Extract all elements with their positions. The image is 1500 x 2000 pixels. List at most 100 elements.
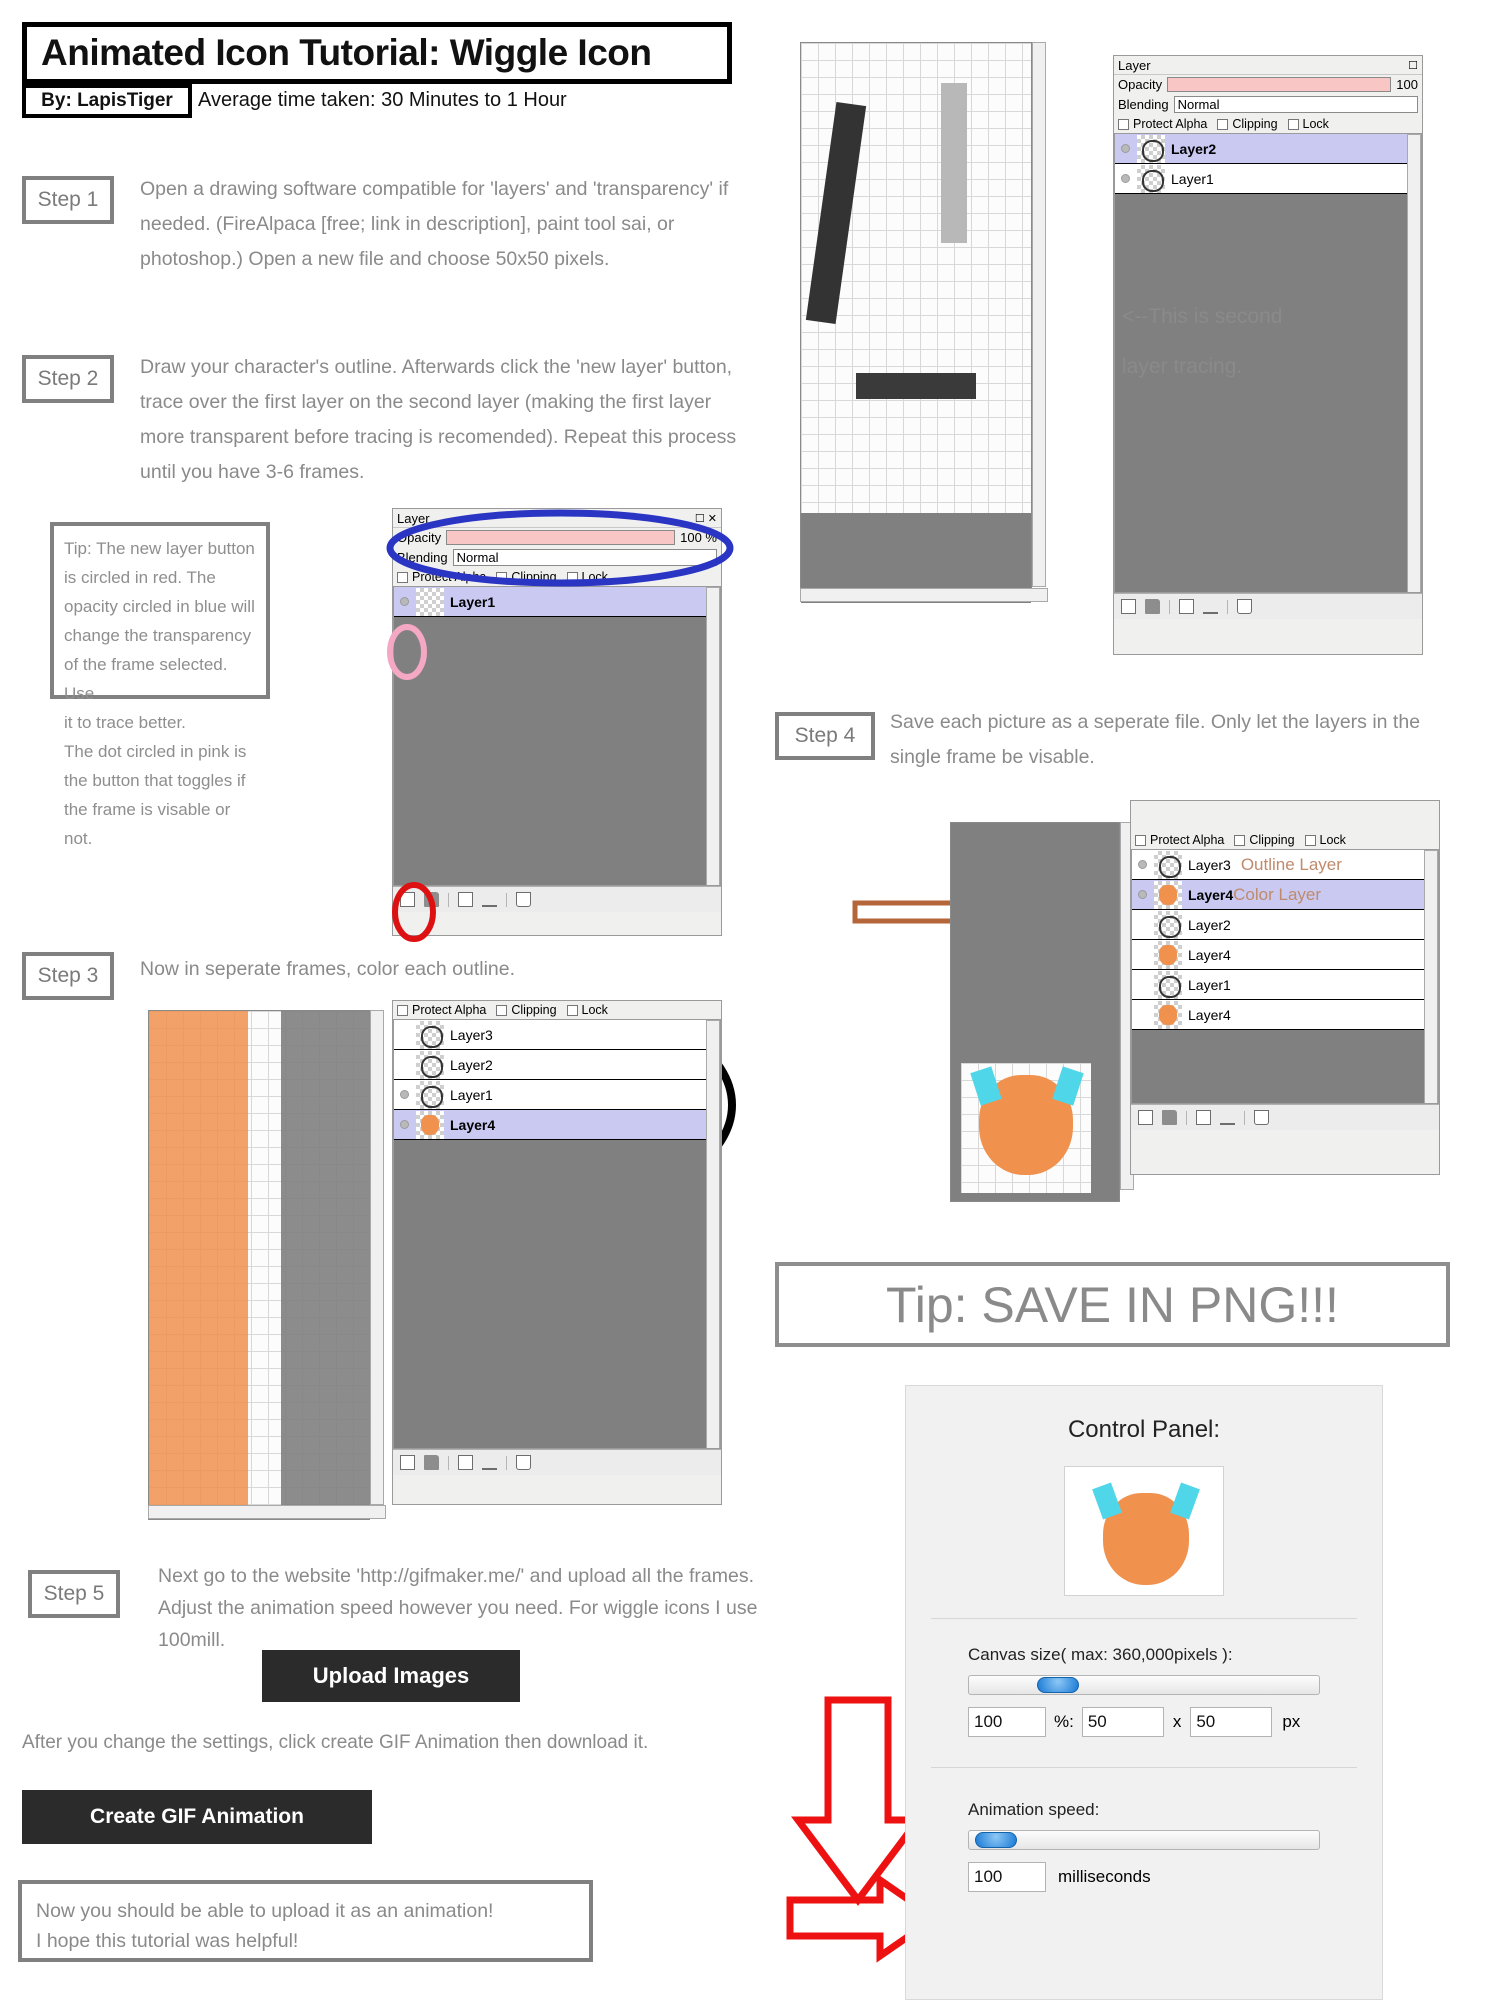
layer-list[interactable]: Layer3 Layer2 Layer1 Layer4 (393, 1019, 721, 1449)
layer-row[interactable]: Layer2 (1115, 134, 1421, 164)
topright-canvas-hscroll[interactable] (800, 588, 1048, 602)
layer-row[interactable]: Layer3 Outline Layer (1132, 850, 1438, 880)
create-gif-animation-button[interactable]: Create GIF Animation (22, 1790, 372, 1844)
opacity-row[interactable]: Opacity 100 % (393, 528, 721, 547)
layer-list[interactable]: Layer1 (393, 586, 721, 886)
clipping-checkbox[interactable] (1217, 118, 1229, 130)
animation-speed-inputs[interactable]: 100 milliseconds (968, 1862, 1382, 1892)
layer-visibility-toggle[interactable] (394, 597, 414, 606)
merge-layer-icon[interactable] (482, 1455, 497, 1470)
protect-alpha-checkbox[interactable] (1118, 118, 1129, 130)
layer-visibility-toggle[interactable] (1132, 860, 1152, 869)
control-panel[interactable]: Control Panel: Canvas size( max: 360,000… (905, 1385, 1383, 2000)
lock-checkbox[interactable] (566, 571, 578, 583)
layer-flags-row[interactable]: Protect Alpha Clipping Lock (1131, 831, 1439, 849)
layer-row[interactable]: Layer1 (394, 587, 720, 617)
layer-visibility-toggle[interactable] (1132, 890, 1152, 899)
layer-list[interactable]: Layer3 Outline Layer Layer4 Color Layer … (1131, 849, 1439, 1104)
lock-checkbox[interactable] (1304, 834, 1316, 846)
canvas-height-input[interactable]: 50 (1190, 1707, 1273, 1737)
lock-checkbox[interactable] (1287, 118, 1299, 130)
layer-toolbar[interactable] (393, 886, 721, 912)
layer-row[interactable]: Layer2 (394, 1050, 720, 1080)
canvas-width-input[interactable]: 50 (1081, 1707, 1164, 1737)
layer-row[interactable]: Layer1 (394, 1080, 720, 1110)
layer-toolbar[interactable] (1114, 593, 1422, 619)
layer-flags-row[interactable]: Protect Alpha Clipping Lock (393, 568, 721, 586)
layer-row[interactable]: Layer3 (394, 1020, 720, 1050)
layer-row[interactable]: Layer1 (1132, 970, 1438, 1000)
layer-visibility-toggle[interactable] (1115, 144, 1135, 153)
merge-layer-icon[interactable] (482, 892, 497, 907)
clipping-checkbox[interactable] (1234, 834, 1246, 846)
opacity-value: 100 (1396, 77, 1418, 92)
blending-select[interactable]: Normal (452, 549, 717, 566)
blending-select[interactable]: Normal (1173, 96, 1418, 113)
opacity-row[interactable]: Opacity 100 (1114, 75, 1422, 94)
lock-checkbox[interactable] (566, 1004, 578, 1016)
canvas-size-slider[interactable] (968, 1675, 1320, 1695)
layer-visibility-toggle[interactable] (1115, 174, 1135, 183)
protect-alpha-checkbox[interactable] (1135, 834, 1146, 846)
canvas-size-inputs[interactable]: 100 %: 50 x 50 px (968, 1707, 1382, 1737)
layer-row[interactable]: Layer2 (1132, 910, 1438, 940)
layer-row[interactable]: Layer4 (1132, 940, 1438, 970)
new-folder-icon[interactable] (1162, 1110, 1177, 1125)
layer-toolbar[interactable] (393, 1449, 721, 1475)
opacity-slider[interactable] (446, 530, 676, 545)
step3-canvas-vscroll[interactable] (370, 1010, 384, 1505)
duplicate-layer-icon[interactable] (458, 1455, 473, 1470)
new-folder-icon[interactable] (424, 1455, 439, 1470)
animation-speed-slider-knob[interactable] (975, 1832, 1017, 1848)
merge-layer-icon[interactable] (1203, 599, 1218, 614)
clipping-checkbox[interactable] (496, 1004, 508, 1016)
layer-row[interactable]: Layer4 (394, 1110, 720, 1140)
layer-panel-step4[interactable]: Protect Alpha Clipping Lock Layer3 Outli… (1130, 800, 1440, 1175)
step3-canvas-hscroll[interactable] (148, 1505, 386, 1519)
layer-visibility-toggle[interactable] (394, 1120, 414, 1129)
delete-layer-icon[interactable] (516, 892, 531, 907)
layer-list-scrollbar[interactable] (706, 587, 720, 885)
layer-row[interactable]: Layer4 Color Layer (1132, 880, 1438, 910)
topright-canvas-preview (800, 42, 1032, 603)
layer-toolbar[interactable] (1131, 1104, 1439, 1130)
layer-flags-row[interactable]: Protect Alpha Clipping Lock (1114, 115, 1422, 133)
layer-row[interactable]: Layer4 (1132, 1000, 1438, 1030)
layer-visibility-toggle[interactable] (394, 1090, 414, 1099)
step-4-label: Step 4 (794, 724, 856, 747)
delete-layer-icon[interactable] (1237, 599, 1252, 614)
layer-panel-step3[interactable]: Protect Alpha Clipping Lock Layer3 Layer… (392, 1000, 722, 1505)
layer-flags-row[interactable]: Protect Alpha Clipping Lock (393, 1001, 721, 1019)
layer-panel-step2[interactable]: Layer ☐ ✕ Opacity 100 % Blending Normal … (392, 508, 722, 936)
delete-layer-icon[interactable] (516, 1455, 531, 1470)
new-folder-icon[interactable] (424, 892, 439, 907)
new-folder-icon[interactable] (1145, 599, 1160, 614)
merge-layer-icon[interactable] (1220, 1110, 1235, 1125)
canvas-size-slider-knob[interactable] (1037, 1677, 1079, 1693)
duplicate-layer-icon[interactable] (458, 892, 473, 907)
layer-row[interactable]: Layer1 (1115, 164, 1421, 194)
protect-alpha-checkbox[interactable] (397, 1004, 408, 1016)
new-layer-icon[interactable] (400, 892, 415, 907)
clipping-checkbox[interactable] (496, 571, 508, 583)
layer-list-scrollbar[interactable] (1424, 850, 1438, 1103)
layer-list-scrollbar[interactable] (706, 1020, 720, 1448)
blending-row[interactable]: Blending Normal (393, 547, 721, 568)
new-layer-icon[interactable] (1138, 1110, 1153, 1125)
duplicate-layer-icon[interactable] (1196, 1110, 1211, 1125)
panel-window-icons[interactable]: ☐ (1408, 59, 1418, 72)
delete-layer-icon[interactable] (1254, 1110, 1269, 1125)
upload-images-button[interactable]: Upload Images (262, 1650, 520, 1702)
opacity-slider[interactable] (1167, 77, 1392, 92)
canvas-percent-input[interactable]: 100 (968, 1707, 1046, 1737)
blending-row[interactable]: Blending Normal (1114, 94, 1422, 115)
new-layer-icon[interactable] (1121, 599, 1136, 614)
protect-alpha-checkbox[interactable] (397, 571, 408, 583)
duplicate-layer-icon[interactable] (1179, 599, 1194, 614)
panel-window-icons[interactable]: ☐ ✕ (695, 512, 717, 525)
topright-canvas-vscroll[interactable] (1032, 42, 1046, 587)
animation-speed-slider[interactable] (968, 1830, 1320, 1850)
second-layer-note: <--This is second layer tracing. (1122, 292, 1422, 392)
new-layer-icon[interactable] (400, 1455, 415, 1470)
animation-speed-input[interactable]: 100 (968, 1862, 1046, 1892)
